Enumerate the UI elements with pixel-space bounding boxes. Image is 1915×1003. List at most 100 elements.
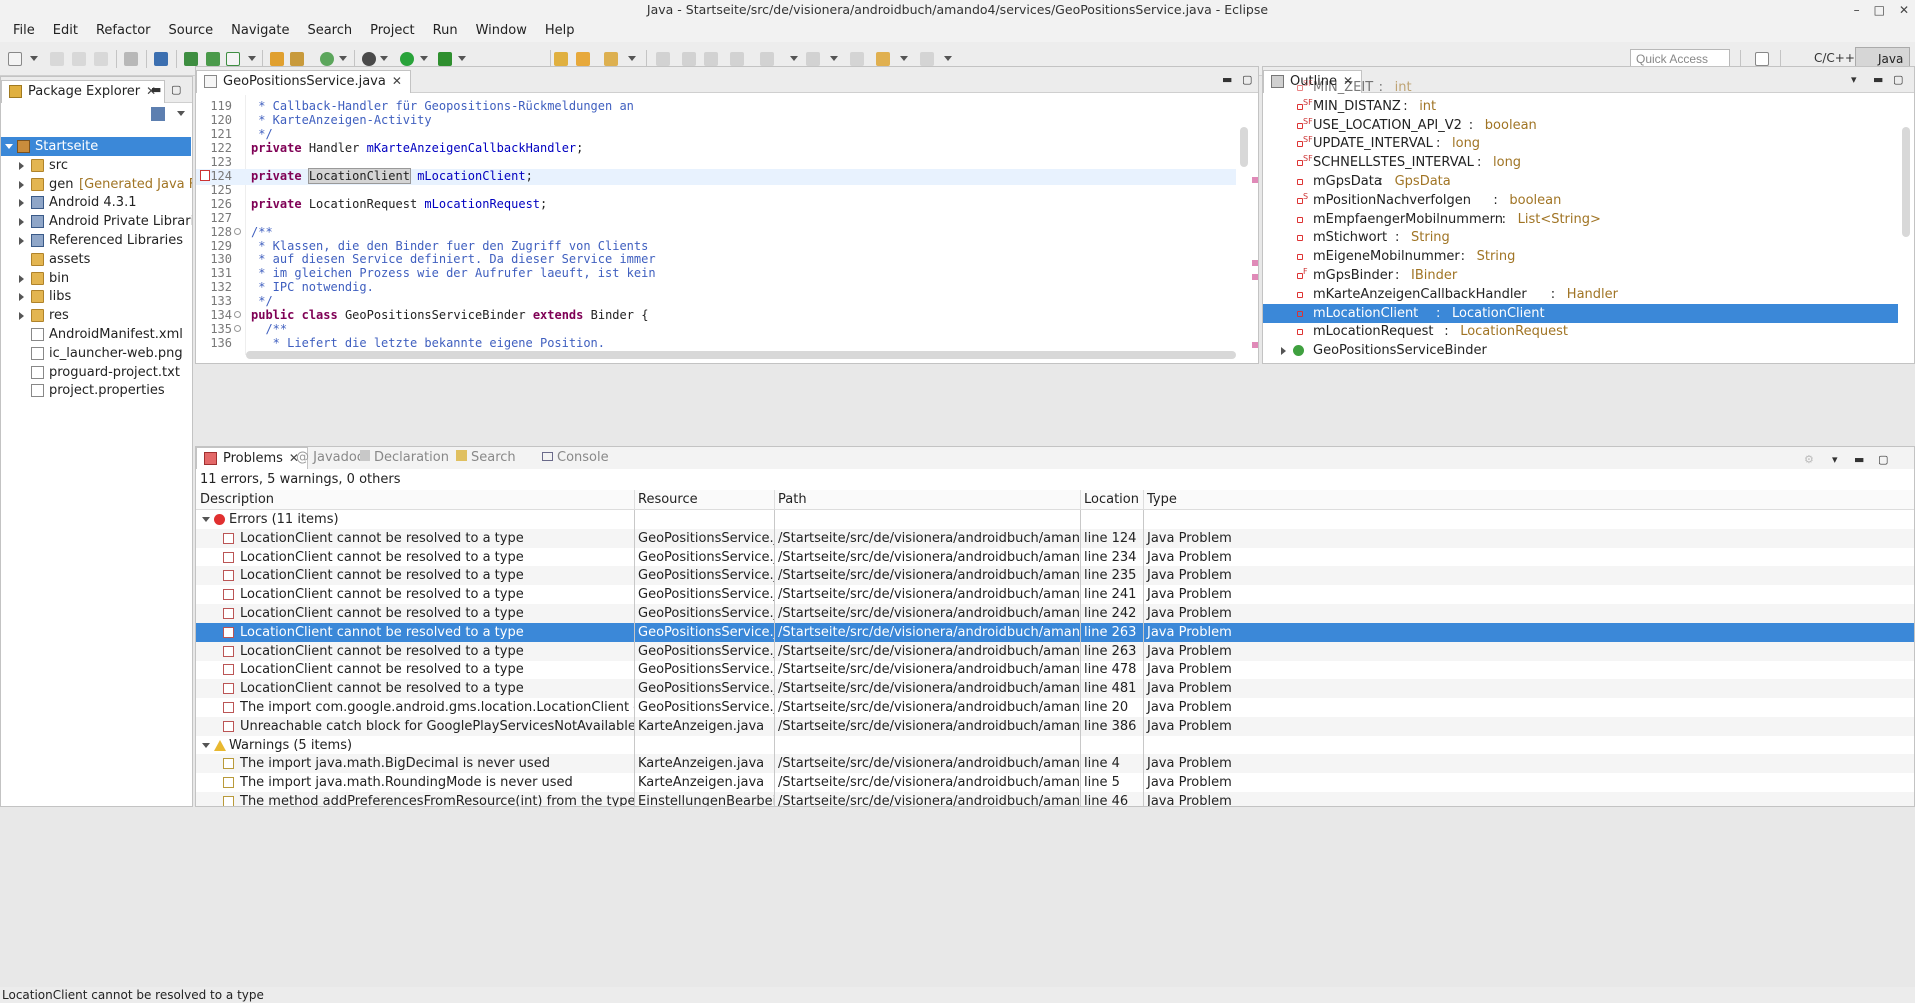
- tree-item[interactable]: proguard-project.txt: [1, 363, 191, 382]
- external-tool-dropdown-icon[interactable]: [458, 56, 466, 61]
- menu-file[interactable]: File: [4, 20, 44, 42]
- code-line[interactable]: 129 * Klassen, die den Binder fuer den Z…: [196, 239, 1236, 253]
- problem-row[interactable]: LocationClient cannot be resolved to a t…: [196, 566, 1914, 586]
- outline-item[interactable]: SmPositionNachverfolgen : boolean: [1263, 191, 1898, 210]
- chevron-down-icon[interactable]: [202, 517, 210, 522]
- filter-icon[interactable]: ⚙: [1804, 453, 1814, 466]
- toggle-mark-occurrences-icon[interactable]: [704, 52, 718, 66]
- print-icon[interactable]: [94, 52, 108, 66]
- run-icon[interactable]: [400, 52, 414, 66]
- annotation-marker[interactable]: [1252, 274, 1258, 280]
- new-dropdown-icon[interactable]: [30, 56, 38, 61]
- android-sdk-manager-icon[interactable]: [184, 52, 198, 66]
- annotation-marker[interactable]: [1252, 342, 1258, 348]
- fold-toggle-icon[interactable]: [234, 227, 241, 235]
- problem-row[interactable]: The import com.google.android.gms.locati…: [196, 698, 1914, 717]
- tree-item[interactable]: project.properties: [1, 381, 191, 400]
- close-window-button[interactable]: ✕: [1899, 0, 1909, 20]
- code-line[interactable]: 122 private Handler mKarteAnzeigenCallbac…: [196, 141, 1236, 155]
- tab-problems[interactable]: Problems ✕: [196, 447, 308, 469]
- chevron-right-icon[interactable]: [19, 274, 24, 283]
- code-line[interactable]: 120 * KarteAnzeigen-Activity: [196, 113, 1236, 127]
- debug-dropdown-icon[interactable]: [380, 56, 388, 61]
- annotation-marker[interactable]: [1252, 260, 1258, 266]
- open-task-icon[interactable]: [576, 52, 590, 66]
- outline-item[interactable]: mEigeneMobilnummer : String: [1263, 247, 1898, 266]
- new-java-class-icon[interactable]: [320, 52, 334, 66]
- column-divider[interactable]: [1143, 490, 1144, 509]
- problem-row[interactable]: Unreachable catch block for GooglePlaySe…: [196, 716, 1914, 736]
- maximize-view-icon[interactable]: ▢: [171, 83, 181, 96]
- pin-editor-icon[interactable]: [730, 52, 744, 66]
- outline-item[interactable]: SF SCHNELLSTES_INTERVAL : long: [1263, 153, 1898, 172]
- outline-item[interactable]: mStichwort : String: [1263, 228, 1898, 247]
- debug-icon[interactable]: [362, 52, 376, 66]
- chevron-right-icon[interactable]: [19, 293, 24, 302]
- column-divider[interactable]: [634, 490, 635, 509]
- problem-row[interactable]: LocationClient cannot be resolved to a t…: [196, 604, 1914, 623]
- code-line[interactable]: 130 * auf diesen Service definiert. Da d…: [196, 252, 1236, 266]
- chevron-right-icon[interactable]: [19, 218, 24, 227]
- new-android-project-icon[interactable]: [270, 52, 284, 66]
- fold-toggle-icon[interactable]: [234, 325, 241, 333]
- fold-toggle-icon[interactable]: [234, 311, 241, 319]
- lint-dropdown-icon[interactable]: [248, 56, 256, 61]
- outline-scrollbar[interactable]: [1902, 127, 1910, 237]
- problem-row[interactable]: The method addPreferencesFromResource(in…: [196, 792, 1914, 806]
- tree-item[interactable]: Startseite: [1, 137, 191, 156]
- outline-item[interactable]: SF UPDATE_INTERVAL : long: [1263, 134, 1898, 153]
- tab-declaration[interactable]: Declaration: [360, 450, 449, 465]
- outline-item[interactable]: mEmpfaengerMobilnummern : List<String>: [1263, 210, 1898, 229]
- problem-group-row[interactable]: Errors (11 items): [196, 510, 1914, 529]
- code-line[interactable]: 126 private LocationRequest mLocationRequ…: [196, 197, 1236, 211]
- forward-icon[interactable]: [920, 52, 934, 66]
- back-icon[interactable]: [850, 52, 864, 66]
- chevron-right-icon[interactable]: [19, 199, 24, 208]
- search-toolbar-icon[interactable]: [604, 52, 618, 66]
- back-history-icon[interactable]: [876, 52, 890, 66]
- tab-package-explorer[interactable]: Package Explorer ✕: [1, 80, 166, 103]
- tab-geopositionsservice-java[interactable]: GeoPositionsService.java ✕: [196, 70, 411, 93]
- last-edit-dropdown-icon[interactable]: [790, 56, 798, 61]
- outline-item[interactable]: mGpsData : GpsData: [1263, 172, 1898, 191]
- search-dropdown-icon[interactable]: [628, 56, 636, 61]
- column-header-description[interactable]: Description: [196, 490, 634, 509]
- problem-row[interactable]: LocationClient cannot be resolved to a t…: [196, 679, 1914, 699]
- prev-annotation-icon[interactable]: [682, 52, 696, 66]
- tree-item[interactable]: gen [Generated Java Files]: [1, 175, 192, 194]
- code-line[interactable]: 123: [196, 155, 1236, 169]
- tree-item[interactable]: res: [1, 306, 191, 325]
- menu-project[interactable]: Project: [361, 20, 423, 42]
- tab-javadoc[interactable]: @ Javadoc: [296, 450, 364, 465]
- open-type-icon[interactable]: [554, 52, 568, 66]
- tree-item[interactable]: Android Private Libraries: [1, 212, 192, 231]
- chevron-right-icon[interactable]: [19, 161, 24, 170]
- outline-item[interactable]: FmGpsBinder : IBinder: [1263, 266, 1898, 285]
- column-header-resource[interactable]: Resource: [634, 490, 774, 509]
- minimize-view-icon[interactable]: ▬: [1854, 453, 1864, 466]
- problems-view-menu-icon[interactable]: ▾: [1832, 453, 1838, 466]
- problem-row[interactable]: LocationClient cannot be resolved to a t…: [196, 585, 1914, 604]
- new-icon[interactable]: [8, 52, 22, 66]
- column-divider[interactable]: [774, 490, 775, 509]
- save-all-icon[interactable]: [72, 52, 86, 66]
- menu-source[interactable]: Source: [160, 20, 223, 42]
- menu-search[interactable]: Search: [298, 20, 361, 42]
- minimize-editor-icon[interactable]: ▬: [1222, 73, 1232, 86]
- problem-row[interactable]: The import java.math.RoundingMode is nev…: [196, 773, 1914, 792]
- code-line[interactable]: 132 * IPC notwendig.: [196, 280, 1236, 294]
- whitespace-dropdown-icon[interactable]: [830, 56, 838, 61]
- tree-item[interactable]: bin: [1, 269, 191, 288]
- android-lint-icon[interactable]: [226, 52, 240, 66]
- maximize-window-button[interactable]: □: [1874, 0, 1885, 20]
- run-external-tool-icon[interactable]: [438, 52, 452, 66]
- code-line[interactable]: 131 * im gleichen Prozess wie der Aufruf…: [196, 266, 1236, 280]
- problem-row[interactable]: LocationClient cannot be resolved to a t…: [196, 622, 1914, 642]
- maximize-editor-icon[interactable]: ▢: [1242, 73, 1252, 86]
- column-header-path[interactable]: Path: [774, 490, 1080, 509]
- toggle-breadcrumb-icon[interactable]: [124, 52, 138, 66]
- problem-row[interactable]: The import java.math.BigDecimal is never…: [196, 754, 1914, 774]
- menu-run[interactable]: Run: [424, 20, 467, 42]
- tree-item[interactable]: AndroidManifest.xml: [1, 325, 191, 344]
- problem-row[interactable]: LocationClient cannot be resolved to a t…: [196, 660, 1914, 679]
